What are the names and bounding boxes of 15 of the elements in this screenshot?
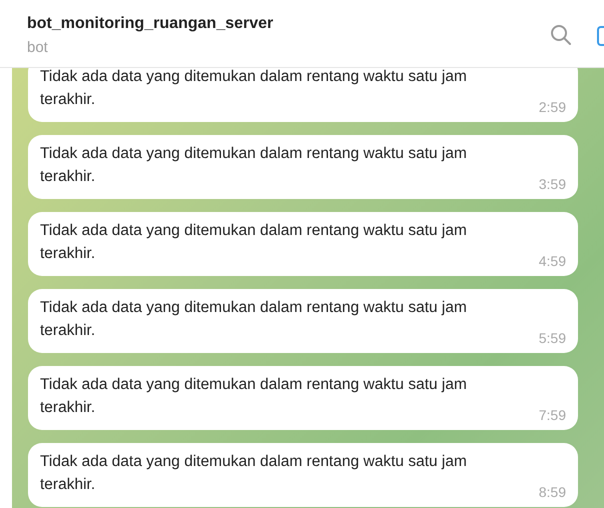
message-text: Tidak ada data yang ditemukan dalam rentang waktu satu jam terakhir. xyxy=(40,221,468,264)
message-time: 7:59 xyxy=(538,406,566,425)
message-text: Tidak ada data yang ditemukan dalam rentang waktu satu jam terakhir. xyxy=(40,144,468,187)
message-text: Tidak ada data yang ditemukan dalam rentang waktu satu jam terakhir. xyxy=(40,375,468,418)
message-time: 3:59 xyxy=(538,175,566,194)
search-icon[interactable] xyxy=(550,24,572,46)
message-text: Tidak ada data yang ditemukan dalam rentang waktu satu jam terakhir. xyxy=(40,452,468,495)
message-time: 2:59 xyxy=(538,98,566,117)
chat-subtitle: bot xyxy=(27,38,49,58)
message-time: 8:59 xyxy=(538,483,566,502)
message-time: 5:59 xyxy=(538,329,566,348)
message-time: 4:59 xyxy=(538,252,566,271)
chat-title: bot_monitoring_ruangan_server xyxy=(27,14,274,34)
message-text: Tidak ada data yang ditemukan dalam rentang waktu satu jam terakhir. xyxy=(40,298,468,341)
message-text: Tidak ada data yang ditemukan dalam rentang waktu satu jam terakhir. xyxy=(40,68,468,110)
